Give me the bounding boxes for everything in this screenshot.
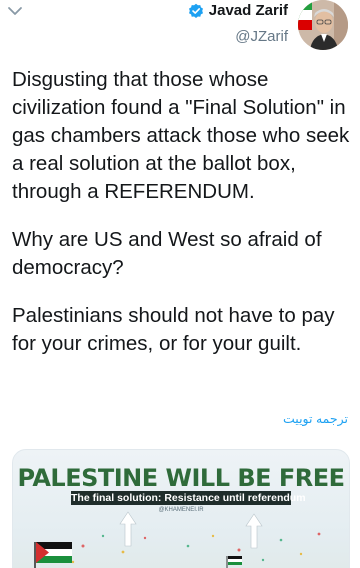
author-handle[interactable]: @JZarif <box>235 28 288 45</box>
author-name[interactable]: Javad Zarif <box>209 2 288 19</box>
avatar[interactable] <box>298 0 348 50</box>
translate-tweet-link[interactable]: ترجمه توییت <box>283 411 348 426</box>
tweet-paragraph: Disgusting that those whose civilization… <box>12 68 350 203</box>
media-brand: @KHAMENEI.IR <box>158 507 204 513</box>
author-name-row: Javad Zarif <box>188 2 288 19</box>
tweet-detail-page: Javad Zarif @JZarif Disgusting that thos… <box>0 0 360 568</box>
tweet-paragraph: Why are US and West so afraid of democra… <box>12 228 322 279</box>
tweet-author[interactable]: Javad Zarif @JZarif <box>48 0 348 60</box>
tweet-media-image[interactable]: PALESTINE WILL BE FREE The final solutio… <box>12 449 350 568</box>
profile-avatar-image <box>298 0 348 50</box>
verified-badge-icon <box>188 3 203 18</box>
media-headline: PALESTINE WILL BE FREE <box>17 464 345 492</box>
tweet-paragraph: Palestinians should not have to pay for … <box>12 304 335 355</box>
tweet-text: Disgusting that those whose civilization… <box>12 66 352 378</box>
chevron-down-icon[interactable] <box>6 4 24 18</box>
media-subline: The final solution: Resistance until ref… <box>71 491 306 505</box>
